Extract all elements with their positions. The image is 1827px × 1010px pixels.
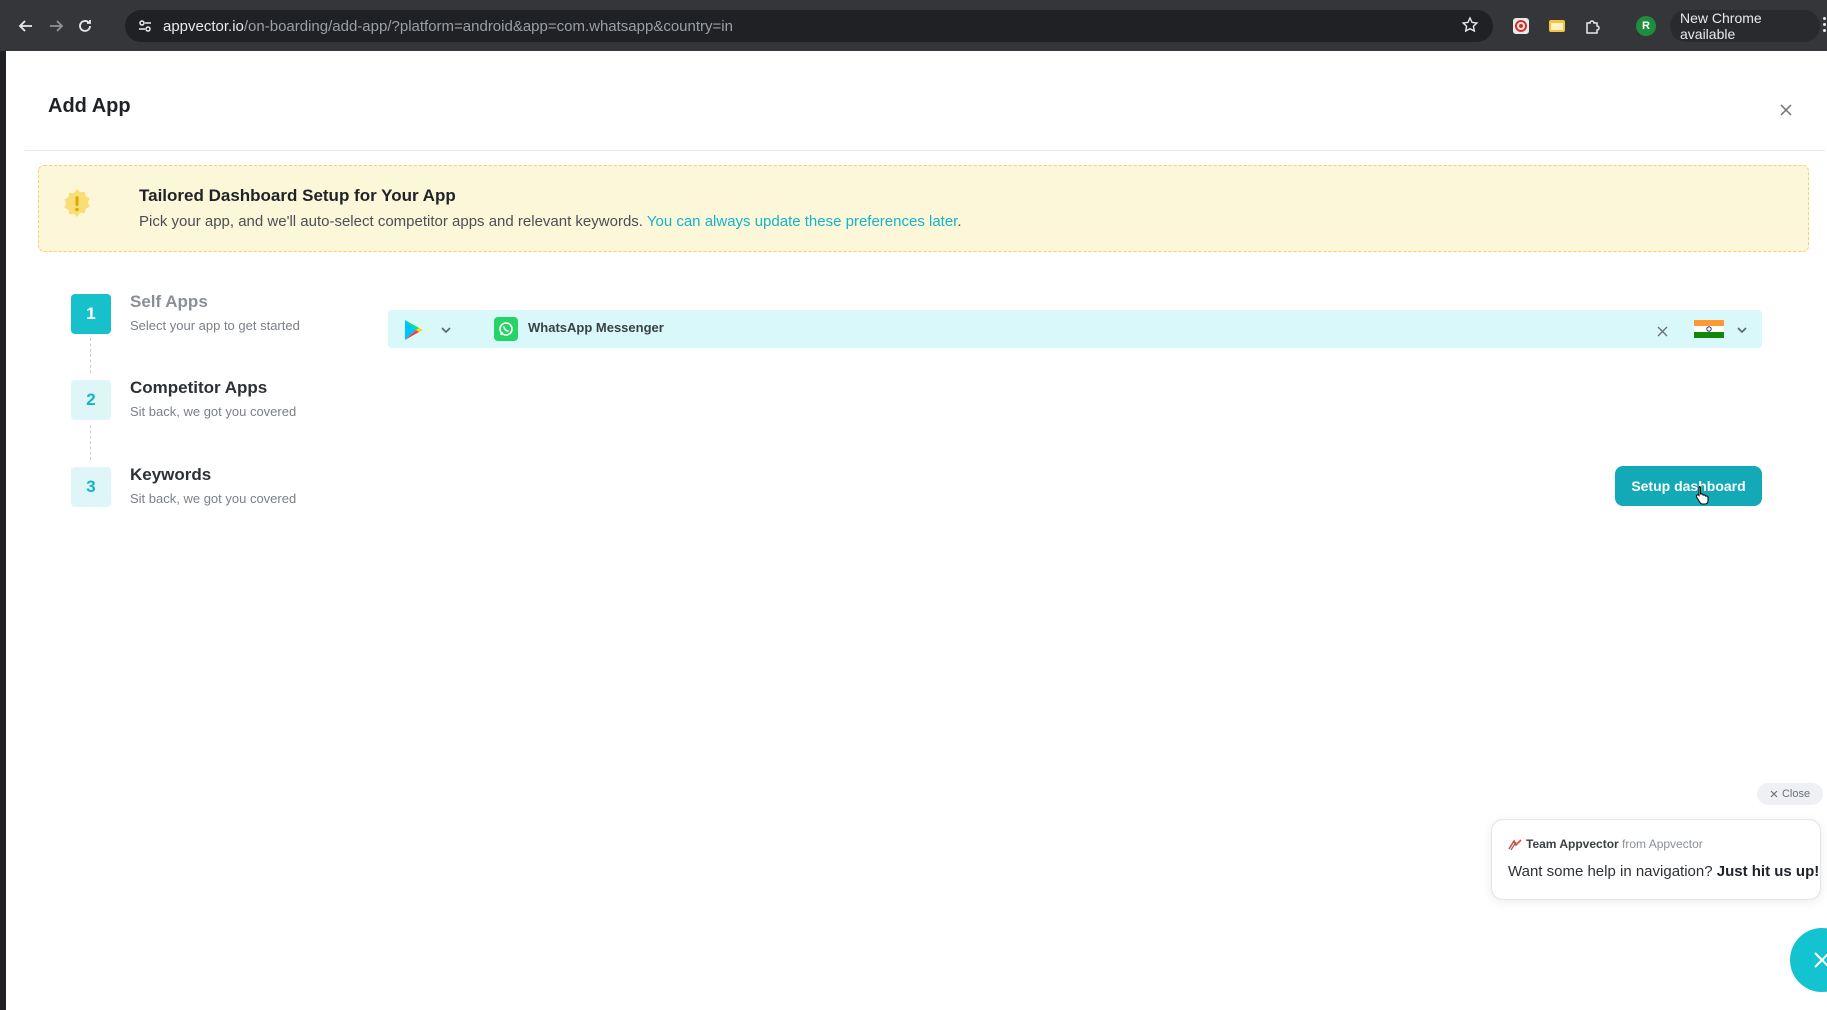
modal-title: Add App — [48, 95, 131, 117]
step-number: 1 — [71, 294, 111, 334]
step-number: 3 — [71, 467, 111, 507]
info-banner: Tailored Dashboard Setup for Your App Pi… — [38, 165, 1809, 252]
chat-close-button[interactable]: Close — [1757, 783, 1823, 805]
preferences-link[interactable]: You can always update these preferences … — [647, 213, 958, 230]
chat-message-card[interactable]: Team Appvector from Appvector Want some … — [1491, 819, 1821, 900]
browser-toolbar: appvector.io/on-boarding/add-app/?platfo… — [0, 0, 1827, 51]
step-title: Competitor Apps — [130, 378, 268, 397]
reload-icon — [79, 20, 91, 32]
back-arrow-icon — [18, 20, 32, 32]
profile-avatar[interactable]: R — [1636, 16, 1656, 36]
url-text: appvector.io/on-boarding/add-app/?platfo… — [163, 17, 733, 35]
india-flag-icon[interactable] — [1694, 320, 1724, 338]
chat-sender: Team Appvector from Appvector — [1526, 837, 1703, 851]
close-icon — [1780, 104, 1792, 116]
close-icon — [1814, 952, 1827, 968]
chrome-update-button[interactable]: New Chrome available — [1670, 10, 1820, 42]
extension-icon[interactable] — [1547, 16, 1567, 36]
google-play-icon[interactable] — [404, 319, 424, 346]
country-dropdown-chevron-icon[interactable] — [1736, 323, 1748, 341]
modal-close-button[interactable] — [1778, 102, 1794, 118]
banner-title: Tailored Dashboard Setup for Your App — [139, 186, 456, 205]
store-dropdown-chevron-icon[interactable] — [440, 323, 452, 341]
step-number: 2 — [71, 380, 111, 420]
whatsapp-icon — [494, 317, 518, 341]
chat-launcher-button[interactable] — [1790, 928, 1827, 992]
step-connector — [90, 425, 91, 460]
chat-message: Want some help in navigation? Just hit u… — [1508, 863, 1820, 880]
site-info-icon[interactable] — [133, 14, 157, 38]
step-subtitle: Sit back, we got you covered — [130, 404, 297, 419]
warning-badge-icon — [61, 187, 93, 219]
step-title: Keywords — [130, 465, 212, 484]
step-subtitle: Sit back, we got you covered — [130, 491, 297, 506]
reload-button[interactable] — [73, 14, 97, 38]
close-icon — [1770, 790, 1778, 798]
extension-icon[interactable] — [1511, 16, 1531, 36]
step-connector — [90, 338, 91, 373]
header-divider — [25, 150, 1825, 151]
app-selector: WhatsApp Messenger — [388, 310, 1762, 348]
selected-app-name[interactable]: WhatsApp Messenger — [528, 320, 664, 335]
banner-text: Pick your app, and we'll auto-select com… — [139, 213, 962, 230]
appvector-logo-icon — [1508, 838, 1522, 856]
mouse-pointer-icon — [1694, 485, 1710, 510]
browser-menu-icon[interactable] — [1823, 17, 1827, 32]
step-subtitle: Select your app to get started — [130, 318, 300, 333]
clear-app-icon[interactable] — [1657, 324, 1668, 342]
step-title: Self Apps — [130, 292, 208, 311]
extensions-puzzle-icon[interactable] — [1583, 16, 1603, 36]
back-button[interactable] — [14, 14, 38, 38]
add-app-modal: Add App Tailored Dashboard Setup for You… — [6, 51, 1827, 1010]
address-bar[interactable]: appvector.io/on-boarding/add-app/?platfo… — [125, 10, 1493, 42]
setup-dashboard-button[interactable]: Setup dashboard — [1615, 466, 1762, 506]
forward-button[interactable] — [44, 14, 68, 38]
forward-arrow-icon — [50, 20, 64, 32]
bookmark-star-icon[interactable] — [1461, 16, 1479, 39]
